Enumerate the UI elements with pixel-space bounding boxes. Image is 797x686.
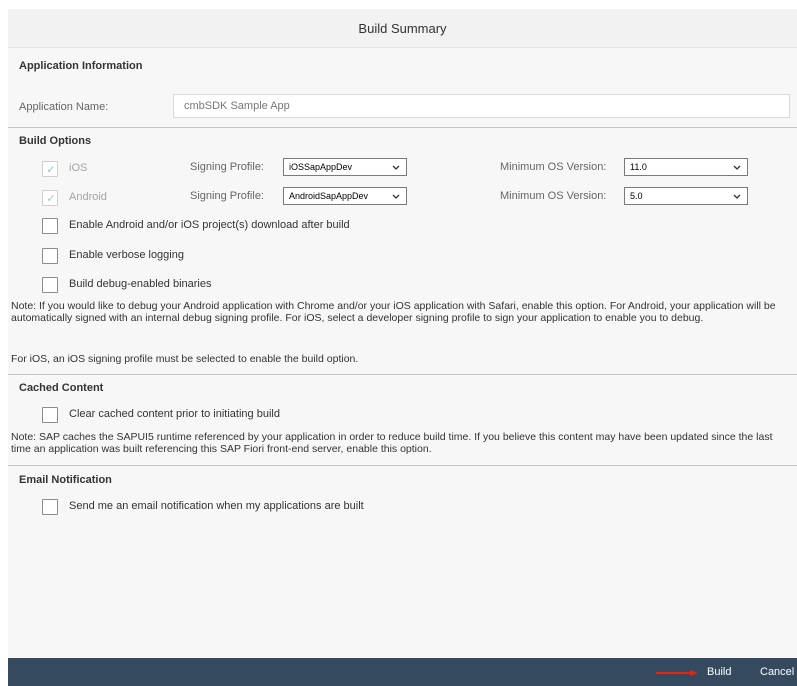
debug-binaries-label: Build debug-enabled binaries — [69, 278, 212, 290]
email-notification-checkbox[interactable] — [42, 499, 58, 515]
section-divider — [8, 127, 797, 128]
debug-note: Note: If you would like to debug your An… — [11, 300, 776, 324]
application-name-value: cmbSDK Sample App — [184, 100, 290, 112]
section-divider — [8, 465, 797, 466]
build-summary-dialog: Build Summary Application Information Ap… — [8, 9, 797, 686]
chevron-down-icon — [732, 162, 742, 172]
email-notification-label: Send me an email notification when my ap… — [69, 500, 364, 512]
checkmark-icon: ✓ — [46, 164, 56, 176]
verbose-logging-label: Enable verbose logging — [69, 249, 184, 261]
dialog-content: Application Information Application Name… — [8, 48, 797, 658]
chevron-down-icon — [732, 191, 742, 201]
ios-label: iOS — [69, 162, 88, 174]
verbose-logging-checkbox[interactable] — [42, 248, 58, 264]
red-arrow-icon — [656, 670, 698, 676]
cached-content-note: Note: SAP caches the SAPUI5 runtime refe… — [11, 431, 773, 455]
ios-signing-profile-select[interactable]: iOSSapAppDev — [283, 158, 407, 176]
clear-cache-label: Clear cached content prior to initiating… — [69, 408, 280, 420]
cached-content-heading: Cached Content — [19, 382, 104, 394]
section-divider — [8, 374, 797, 375]
cancel-button[interactable]: Cancel — [760, 658, 794, 686]
application-name-field[interactable]: cmbSDK Sample App — [173, 94, 790, 118]
android-min-os-value: 5.0 — [630, 191, 643, 201]
android-checkbox[interactable]: ✓ — [42, 190, 58, 206]
application-info-heading: Application Information — [19, 60, 143, 72]
debug-binaries-checkbox[interactable] — [42, 277, 58, 293]
enable-download-checkbox[interactable] — [42, 218, 58, 234]
build-button[interactable]: Build — [707, 658, 731, 686]
email-notification-heading: Email Notification — [19, 474, 112, 486]
checkmark-icon: ✓ — [46, 193, 56, 205]
clear-cache-checkbox[interactable] — [42, 407, 58, 423]
ios-signing-note: For iOS, an iOS signing profile must be … — [11, 353, 359, 365]
android-signing-profile-label: Signing Profile: — [190, 190, 264, 202]
application-name-label: Application Name: — [19, 101, 109, 113]
ios-min-os-label: Minimum OS Version: — [500, 161, 607, 173]
dialog-title-bar: Build Summary — [8, 9, 797, 48]
build-options-heading: Build Options — [19, 135, 92, 147]
ios-min-os-select[interactable]: 11.0 — [624, 158, 748, 176]
ios-checkbox[interactable]: ✓ — [42, 161, 58, 177]
chevron-down-icon — [391, 191, 401, 201]
android-min-os-select[interactable]: 5.0 — [624, 187, 748, 205]
android-min-os-label: Minimum OS Version: — [500, 190, 607, 202]
dialog-footer: Build Cancel — [8, 658, 797, 686]
dialog-title: Build Summary — [358, 20, 447, 36]
android-signing-profile-value: AndroidSapAppDev — [289, 191, 369, 201]
ios-min-os-value: 11.0 — [630, 162, 647, 172]
android-label: Android — [69, 191, 107, 203]
enable-download-label: Enable Android and/or iOS project(s) dow… — [69, 219, 350, 231]
ios-signing-profile-label: Signing Profile: — [190, 161, 264, 173]
chevron-down-icon — [391, 162, 401, 172]
android-signing-profile-select[interactable]: AndroidSapAppDev — [283, 187, 407, 205]
ios-signing-profile-value: iOSSapAppDev — [289, 162, 353, 172]
